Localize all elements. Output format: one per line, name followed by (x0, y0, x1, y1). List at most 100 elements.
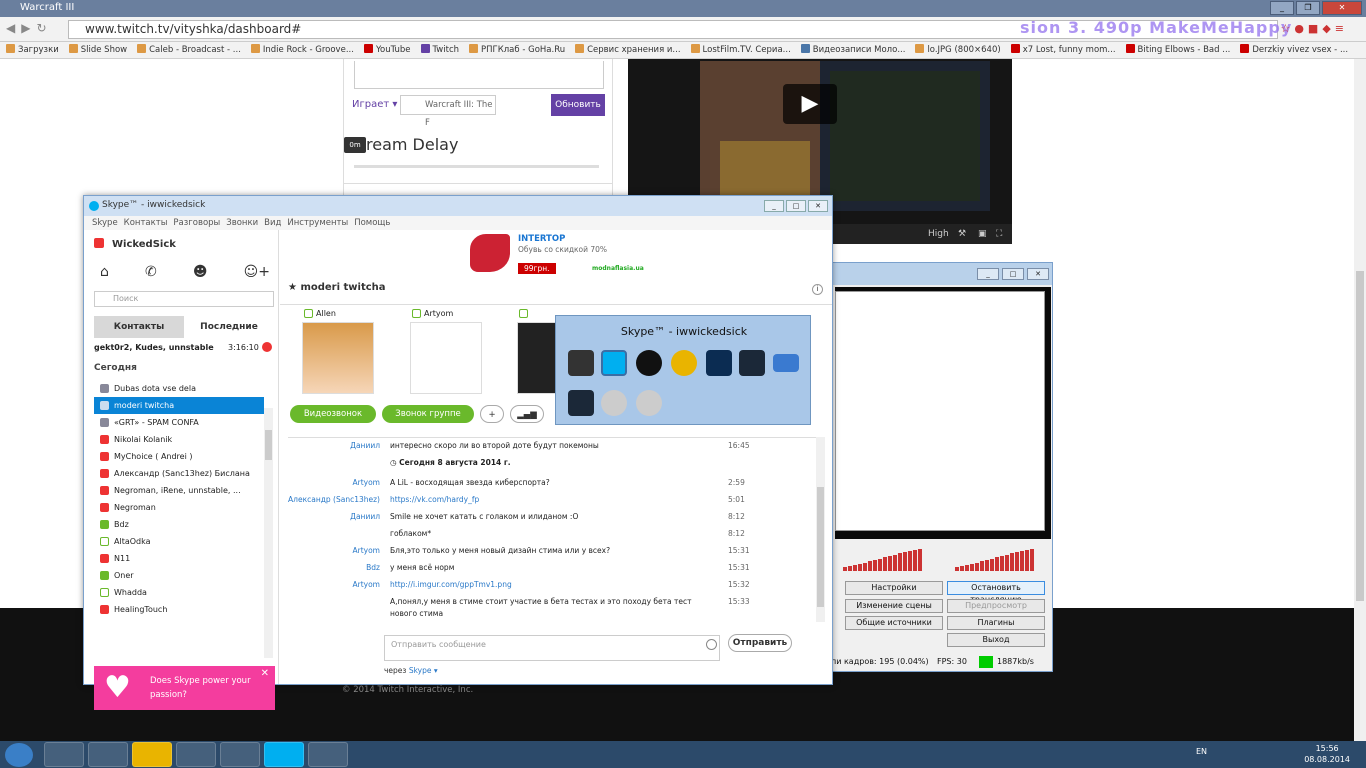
bookmark[interactable]: lo.JPG (800×640) (915, 42, 1001, 58)
monitor-icon[interactable] (773, 354, 799, 372)
contact-item[interactable]: N11 (94, 550, 264, 567)
contact-item[interactable]: AltaOdka (94, 533, 264, 550)
obs-close[interactable]: ✕ (1027, 268, 1049, 280)
taskbar-chrome-icon[interactable] (132, 742, 172, 767)
menu-help[interactable]: Помощь (354, 216, 390, 230)
contact-item[interactable]: Александр (Sanc13hez) Бислана (94, 465, 264, 482)
obs-icon[interactable] (636, 350, 662, 376)
taskbar-warcraft-icon[interactable] (308, 742, 348, 767)
chrome-icon[interactable] (671, 350, 697, 376)
steam-icon[interactable] (568, 390, 594, 416)
skype-close[interactable]: ✕ (808, 200, 828, 212)
taskbar-skype-icon[interactable] (264, 742, 304, 767)
contact-scrollbar[interactable] (264, 408, 273, 658)
add-participant-button[interactable]: + (480, 405, 504, 423)
message-link[interactable]: https://vk.com/hardy_fp (390, 494, 720, 506)
delay-slider[interactable] (354, 165, 599, 168)
bookmark[interactable]: РПГКлаб - GoHa.Ru (469, 42, 565, 58)
contact-item[interactable]: Whadda (94, 584, 264, 601)
video-call-button[interactable]: Видеозвонок (290, 405, 376, 423)
play-icon[interactable]: ▶ (783, 84, 837, 124)
menu-calls[interactable]: Звонки (226, 216, 258, 230)
menu-contacts[interactable]: Контакты (124, 216, 168, 230)
game-input[interactable]: Warcraft III: The F (400, 95, 496, 128)
contact-item[interactable]: HealingTouch (94, 601, 264, 618)
contact-item[interactable]: Nikolai Kolanik (94, 431, 264, 448)
bookmark[interactable]: Twitch (420, 42, 459, 58)
nav-buttons[interactable]: ◀▶↻ (6, 21, 53, 35)
playing-label[interactable]: Играет ▾ (352, 99, 397, 110)
bookmark[interactable]: LostFilm.TV. Сериа... (690, 42, 791, 58)
home-icon[interactable]: ⌂ (100, 264, 109, 280)
settings-button[interactable]: Настройки (845, 581, 943, 595)
popout-icon[interactable]: ▣ (978, 229, 987, 239)
bookmark[interactable]: x7 Lost, funny mom... (1010, 42, 1116, 58)
bookmark[interactable]: Derzkiy vivez vsex - ... (1240, 42, 1348, 58)
phone-icon[interactable]: ✆ (145, 264, 157, 280)
message-input[interactable]: Отправить сообщение (384, 635, 720, 661)
skype-icon[interactable] (601, 350, 627, 376)
contact-item[interactable]: Dubas dota vse dela (94, 380, 264, 397)
update-button[interactable]: Обновить (551, 94, 605, 116)
bookmark[interactable]: Caleb - Broadcast - ... (137, 42, 241, 58)
promo-banner[interactable]: ♥ Does Skype power your passion? ✕ (94, 666, 275, 710)
bookmark[interactable]: YouTube (363, 42, 411, 58)
global-sources-button[interactable]: Общие источники (845, 616, 943, 630)
participant[interactable]: Allen (302, 308, 374, 394)
obs-minimize[interactable]: _ (977, 268, 999, 280)
battlenet-icon[interactable] (706, 350, 732, 376)
contact-item[interactable]: «GRT» - SPAM CONFA (94, 414, 264, 431)
bookmark[interactable]: Загрузки (6, 42, 59, 58)
star-icon[interactable]: ★ (288, 282, 297, 293)
info-icon[interactable]: i (812, 284, 823, 295)
menu-tools[interactable]: Инструменты (287, 216, 348, 230)
minimize-button[interactable]: _ (1270, 1, 1294, 15)
fullscreen-icon[interactable]: ⛶ (996, 229, 1002, 239)
skype-maximize[interactable]: □ (786, 200, 806, 212)
group-icon[interactable]: ☻ (193, 264, 208, 280)
send-button[interactable]: Отправить (728, 634, 792, 652)
exit-button[interactable]: Выход (947, 633, 1045, 647)
clock[interactable]: 15:56 08.08.2014 (1304, 743, 1350, 765)
warcraft-icon[interactable] (568, 350, 594, 376)
contact-item[interactable]: Negroman, iRene, unnstable, ... (94, 482, 264, 499)
close-promo-icon[interactable]: ✕ (261, 668, 269, 679)
bookmark[interactable]: Biting Elbows - Bad ... (1125, 42, 1230, 58)
message-link[interactable]: http://i.imgur.com/gppTmv1.png (390, 579, 720, 591)
menu-conversations[interactable]: Разговоры (173, 216, 220, 230)
participant[interactable]: Artyom (410, 308, 482, 394)
plugins-button[interactable]: Плагины (947, 616, 1045, 630)
contact-item[interactable]: Negroman (94, 499, 264, 516)
user-status[interactable]: WickedSick (94, 238, 176, 250)
stop-stream-button[interactable]: Остановить трансляцию (947, 581, 1045, 604)
group-call-button[interactable]: Звонок группе (382, 405, 474, 423)
contact-item[interactable]: Bdz (94, 516, 264, 533)
status-textarea[interactable] (354, 61, 604, 89)
contact-item[interactable]: Oner (94, 567, 264, 584)
via-selector[interactable]: через Skype ▾ (384, 666, 438, 675)
extension-icons[interactable]: ☆●■◆≡ (1280, 22, 1348, 35)
recent-call-item[interactable]: gekt0r2, Kudes, unnstable 3:16:10 (94, 342, 274, 352)
emoticon-icon[interactable] (706, 639, 717, 650)
contact-item-selected[interactable]: moderi twitcha (94, 397, 264, 414)
add-contact-icon[interactable]: ☺+ (244, 264, 270, 280)
skype-minimize[interactable]: _ (764, 200, 784, 212)
quality-selector[interactable]: High (928, 229, 949, 239)
settings-icon[interactable]: ⚒ (958, 229, 966, 239)
speaker-icon[interactable] (601, 390, 627, 416)
close-button[interactable]: ✕ (1322, 1, 1362, 15)
page-scrollbar[interactable] (1354, 59, 1366, 741)
steam-icon[interactable] (739, 350, 765, 376)
bookmark[interactable]: Slide Show (68, 42, 127, 58)
advertisement[interactable]: INTERTOP Обувь со скидкой 70% 99грн. mod… (470, 230, 644, 278)
bookmark[interactable]: Видеозаписи Моло... (800, 42, 905, 58)
taskbar-steam-icon[interactable] (88, 742, 128, 767)
speaker-icon[interactable] (636, 390, 662, 416)
edit-scene-button[interactable]: Изменение сцены (845, 599, 943, 613)
call-quality-icon[interactable]: ▂▄▆ (510, 405, 544, 423)
tab-recent[interactable]: Последние (184, 316, 274, 338)
obs-maximize[interactable]: □ (1002, 268, 1024, 280)
bookmark[interactable]: Сервис хранения и... (575, 42, 681, 58)
contact-item[interactable]: MyChoice ( Andrei ) (94, 448, 264, 465)
menu-skype[interactable]: Skype (92, 216, 118, 230)
